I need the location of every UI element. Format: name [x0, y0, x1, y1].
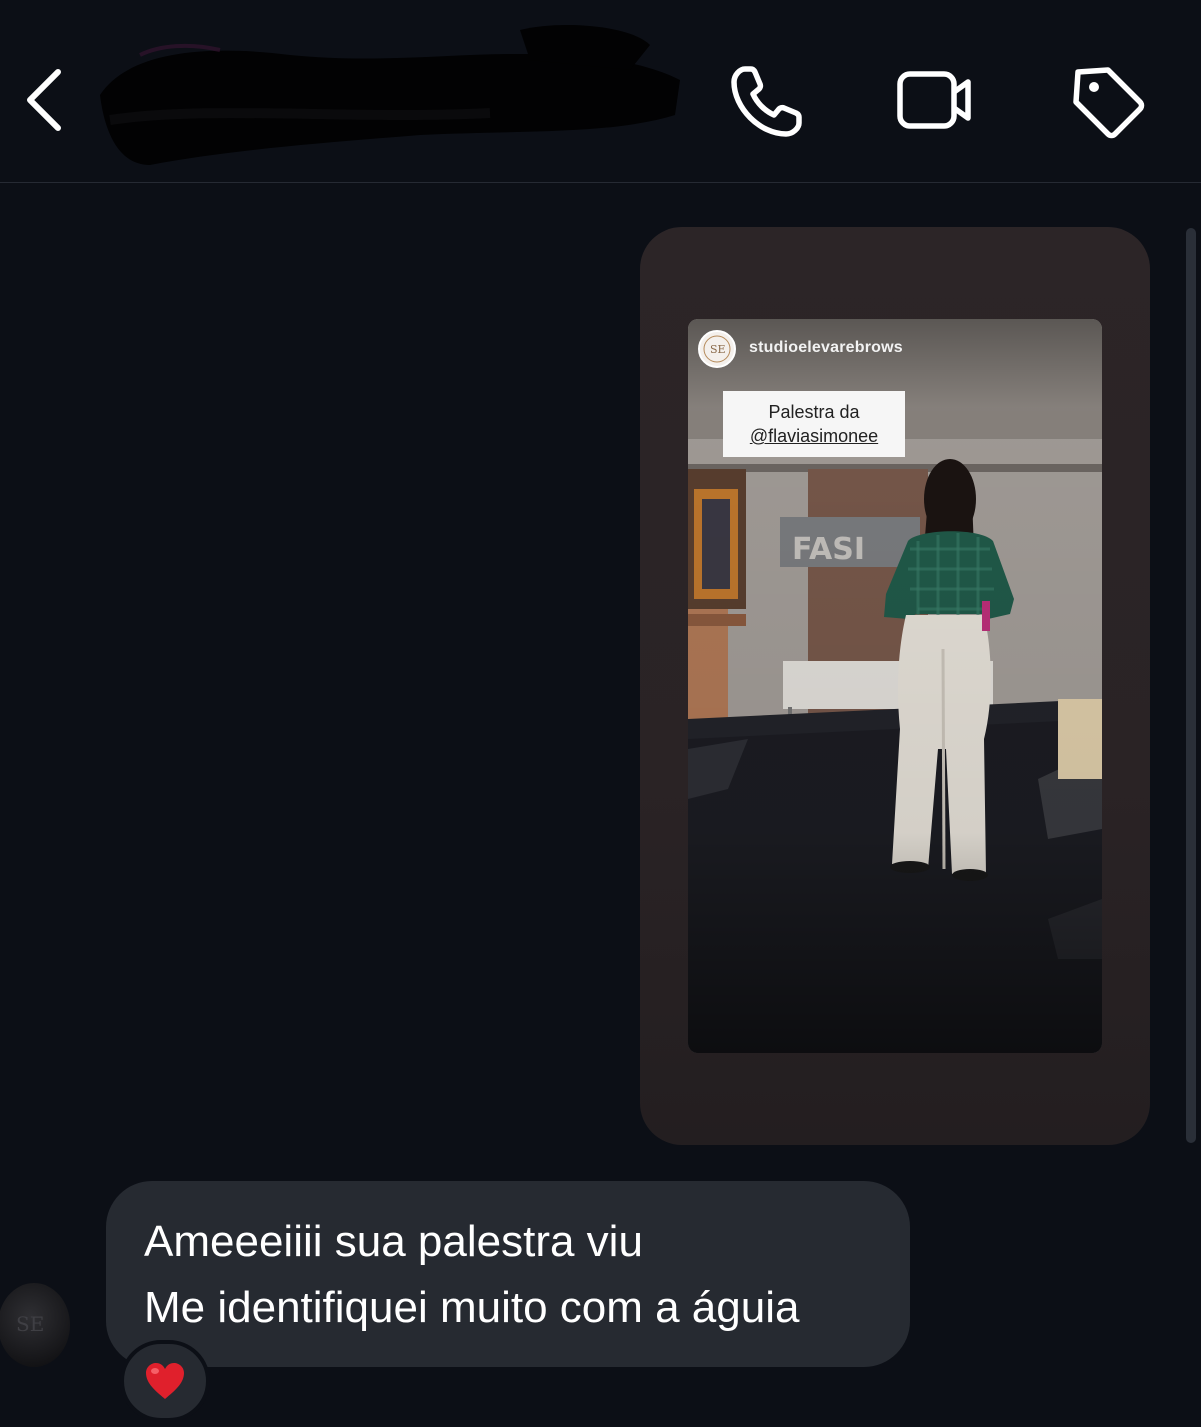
message-reaction[interactable]: ❤️ [120, 1340, 210, 1422]
story-reply-bubble[interactable]: FASI [640, 227, 1150, 1145]
received-message-bubble[interactable]: Ameeeiiii sua palestra viu Me identifiqu… [106, 1181, 910, 1367]
svg-text:SE: SE [16, 1312, 44, 1336]
story-author-username[interactable]: studioelevarebrows [749, 339, 903, 357]
story-preview[interactable]: FASI [688, 319, 1102, 1053]
voice-call-button[interactable] [722, 58, 810, 146]
svg-text:SE: SE [710, 343, 726, 356]
contact-name[interactable] [90, 25, 690, 175]
chevron-left-icon [27, 69, 61, 131]
sender-logo-icon: SE [16, 1312, 44, 1336]
tag-icon [1073, 67, 1145, 139]
heart-icon [146, 1363, 184, 1399]
message-line: Me identifiquei muito com a águia [144, 1283, 800, 1332]
chat-screen: FASI [0, 0, 1201, 1427]
caption-line: Palestra da [768, 402, 860, 422]
story-caption: Palestra da @flaviasimonee [723, 391, 905, 457]
studio-logo-icon: SE [703, 335, 731, 363]
story-author-avatar[interactable]: SE [698, 330, 736, 368]
phone-icon [731, 66, 802, 137]
video-camera-icon [897, 71, 971, 129]
caption-mention-link[interactable]: @flaviasimonee [723, 424, 905, 448]
chat-header [0, 0, 1201, 183]
video-call-button[interactable] [890, 58, 978, 146]
redaction-scribble [100, 25, 680, 166]
scrollbar[interactable] [1186, 228, 1196, 1143]
back-button[interactable] [18, 62, 78, 138]
message-line: Ameeeiiii sua palestra viu [144, 1217, 643, 1266]
sender-avatar[interactable]: SE [0, 1283, 70, 1367]
tag-button[interactable] [1064, 58, 1152, 146]
